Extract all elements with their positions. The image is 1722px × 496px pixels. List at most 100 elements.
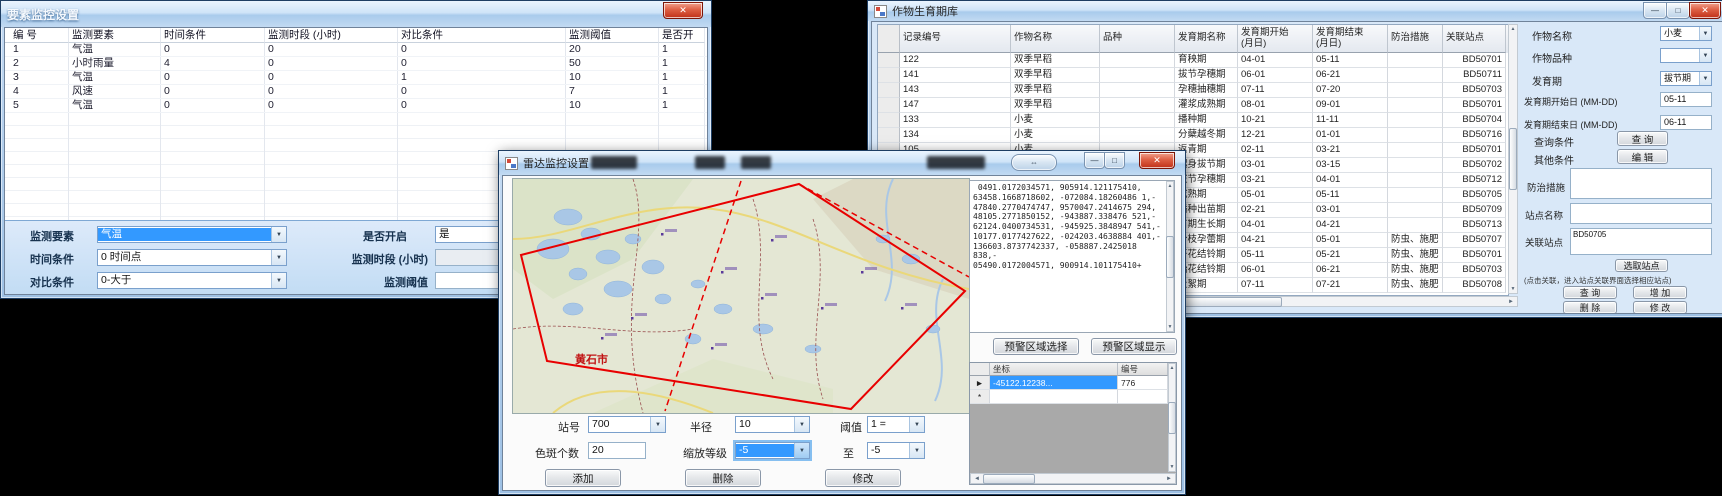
scroll-down-icon[interactable]: ▼ xyxy=(1170,463,1175,471)
titlebar[interactable]: 作物生育期库 xyxy=(868,1,1722,21)
time-condition-dropdown[interactable]: 0 时间点 ▼ xyxy=(97,249,287,266)
monitor-element-dropdown[interactable]: 气温 ▼ xyxy=(97,226,287,243)
crud-add-button[interactable]: 增 加 xyxy=(1633,286,1687,299)
chevron-down-icon[interactable]: ▼ xyxy=(909,443,924,458)
minimize-button[interactable]: — xyxy=(1084,152,1105,169)
control-measure-textarea[interactable] xyxy=(1570,168,1712,199)
table-row[interactable]: 122双季早稻育秧期04-0105-11BD50701 xyxy=(878,53,1508,68)
chevron-down-icon[interactable]: ▼ xyxy=(1699,49,1711,62)
warning-area-select-button[interactable]: 预警区域选择 xyxy=(993,338,1079,355)
table-cell: 气温 xyxy=(69,71,161,84)
pick-station-button[interactable]: 选取站点 xyxy=(1615,259,1668,272)
edit-button[interactable]: 编 辑 xyxy=(1617,149,1668,164)
table-header-row[interactable]: 编 号监测要素时间条件监测时段 (小时)对比条件监测阈值是否开启 xyxy=(5,28,708,43)
patch-count-field[interactable]: 20 xyxy=(588,442,646,459)
chevron-down-icon[interactable]: ▼ xyxy=(650,417,665,432)
table-row[interactable]: 143双季早稻孕穗抽穗期07-1107-20BD50703 xyxy=(878,83,1508,98)
chevron-down-icon[interactable]: ▼ xyxy=(794,443,809,458)
table-header-row[interactable]: 坐标编号 xyxy=(970,363,1168,376)
time-condition-label: 时间条件 xyxy=(30,251,74,267)
station-name-textarea[interactable] xyxy=(1570,203,1712,224)
table-cell: 防虫、施肥 xyxy=(1388,278,1443,293)
delete-button[interactable]: 删除 xyxy=(685,469,761,487)
chevron-down-icon[interactable]: ▼ xyxy=(794,417,809,432)
resize-button[interactable]: ⇔ xyxy=(1011,154,1057,171)
close-button[interactable]: ✕ xyxy=(1689,2,1721,19)
grid-horizontal-scrollbar[interactable]: ◄ ► xyxy=(970,473,1176,484)
crud-delete-button[interactable]: 删 除 xyxy=(1563,301,1617,314)
table-cell: 0 xyxy=(161,85,265,98)
table-cell xyxy=(990,390,1118,404)
table-cell: ► xyxy=(970,376,990,390)
table-vertical-scrollbar[interactable]: ▲ ▼ xyxy=(1508,24,1518,294)
chevron-down-icon[interactable]: ▼ xyxy=(1699,27,1711,40)
crop-variety-dropdown[interactable]: ▼ xyxy=(1660,48,1712,63)
scrollbar-thumb[interactable] xyxy=(1509,128,1517,190)
growth-period-dropdown[interactable]: 拔节期 ▼ xyxy=(1660,71,1712,86)
crud-query-button[interactable]: 查 询 xyxy=(1563,286,1617,299)
table-row[interactable]: 3气温001101 xyxy=(5,71,708,85)
table-cell: 0 xyxy=(265,57,398,70)
table-header-row[interactable]: 记录编号作物名称品种发育期名称发育期开始 (月日)发育期结束 (月日)防治措施关… xyxy=(878,25,1508,53)
scroll-down-icon[interactable]: ▼ xyxy=(1168,323,1173,331)
modify-button[interactable]: 修改 xyxy=(825,469,901,487)
related-station-textarea[interactable]: BD50705 xyxy=(1570,228,1712,255)
station-number-dropdown[interactable]: 700 ▼ xyxy=(588,416,666,433)
table-row[interactable]: 134小麦分蘖越冬期12-2101-01BD50716 xyxy=(878,128,1508,143)
table-cell: 5 xyxy=(5,99,69,112)
scroll-right-icon[interactable]: ► xyxy=(1163,476,1175,482)
scroll-right-icon[interactable]: ► xyxy=(1505,299,1517,305)
table-cell: 监测要素 xyxy=(69,28,161,43)
redacted-text-block xyxy=(927,156,985,169)
scroll-down-icon[interactable]: ▼ xyxy=(1511,285,1516,293)
table-row[interactable]: 141双季早稻拔节孕穗期06-0106-21BD50711 xyxy=(878,68,1508,83)
table-row[interactable]: 133小麦播种期10-2111-11BD50704 xyxy=(878,113,1508,128)
query-button[interactable]: 查 询 xyxy=(1617,131,1668,146)
table-row[interactable]: ►-45122.12238...776 xyxy=(970,376,1168,390)
warning-area-show-button[interactable]: 预警区域显示 xyxy=(1091,338,1177,355)
coordinates-scrollbar[interactable]: ▲ ▼ xyxy=(1166,181,1174,332)
scrollbar-thumb[interactable] xyxy=(1166,236,1174,278)
coordinates-textarea[interactable]: 0491.0172034571, 905914.121175410, 63458… xyxy=(969,180,1175,333)
add-button[interactable]: 添加 xyxy=(545,469,621,487)
chevron-down-icon[interactable]: ▼ xyxy=(909,417,924,432)
to-dropdown[interactable]: -5 ▼ xyxy=(867,442,925,459)
maximize-button[interactable]: □ xyxy=(1666,2,1690,19)
chevron-down-icon[interactable]: ▼ xyxy=(271,250,286,265)
scrollbar-thumb[interactable] xyxy=(983,474,1035,484)
table-row[interactable]: 4风速00071 xyxy=(5,85,708,99)
chevron-down-icon[interactable]: ▼ xyxy=(1699,72,1711,85)
period-start-field[interactable]: 05-11 xyxy=(1660,92,1712,107)
compare-condition-dropdown[interactable]: 0-大于 ▼ xyxy=(97,272,287,289)
table-row[interactable]: 147双季早稻灌浆成熟期08-0109-01BD50701 xyxy=(878,98,1508,113)
titlebar[interactable]: 要素监控设置 xyxy=(1,1,711,27)
crud-modify-button[interactable]: 修 改 xyxy=(1633,301,1687,314)
zoom-level-dropdown[interactable]: -5 ▼ xyxy=(735,442,810,459)
crop-name-dropdown[interactable]: 小麦 ▼ xyxy=(1660,26,1712,41)
table-row[interactable]: 1气温000201 xyxy=(5,43,708,57)
table-cell: 0 xyxy=(265,99,398,112)
scroll-up-icon[interactable]: ▲ xyxy=(1511,25,1516,33)
table-cell: 10 xyxy=(566,71,659,84)
scroll-left-icon[interactable]: ◄ xyxy=(971,476,983,482)
table-row[interactable]: 2小时雨量400501 xyxy=(5,57,708,71)
maximize-button[interactable]: □ xyxy=(1104,152,1125,169)
scroll-up-icon[interactable]: ▲ xyxy=(1170,364,1175,372)
close-button[interactable]: ✕ xyxy=(1139,152,1175,169)
table-row[interactable]: * xyxy=(970,390,1168,404)
close-button[interactable]: ✕ xyxy=(663,2,703,19)
scrollbar-thumb[interactable] xyxy=(1168,402,1176,434)
radius-dropdown[interactable]: 10 ▼ xyxy=(735,416,810,433)
minimize-button[interactable]: — xyxy=(1643,2,1667,19)
chevron-down-icon[interactable]: ▼ xyxy=(271,273,286,288)
threshold-dropdown[interactable]: 1 = ▼ xyxy=(867,416,925,433)
chevron-down-icon[interactable]: ▼ xyxy=(271,227,286,242)
table-cell xyxy=(1100,98,1175,113)
map[interactable]: 黄石市 xyxy=(512,178,970,414)
table-header: 记录编号作物名称品种发育期名称发育期开始 (月日)发育期结束 (月日)防治措施关… xyxy=(878,25,1508,53)
scroll-up-icon[interactable]: ▲ xyxy=(1168,182,1173,190)
table-cell: 发育期开始 (月日) xyxy=(1238,25,1313,53)
period-end-field[interactable]: 06-11 xyxy=(1660,115,1712,130)
grid-vertical-scrollbar[interactable]: ▲ ▼ xyxy=(1168,363,1176,472)
table-row[interactable]: 5气温000101 xyxy=(5,99,708,113)
